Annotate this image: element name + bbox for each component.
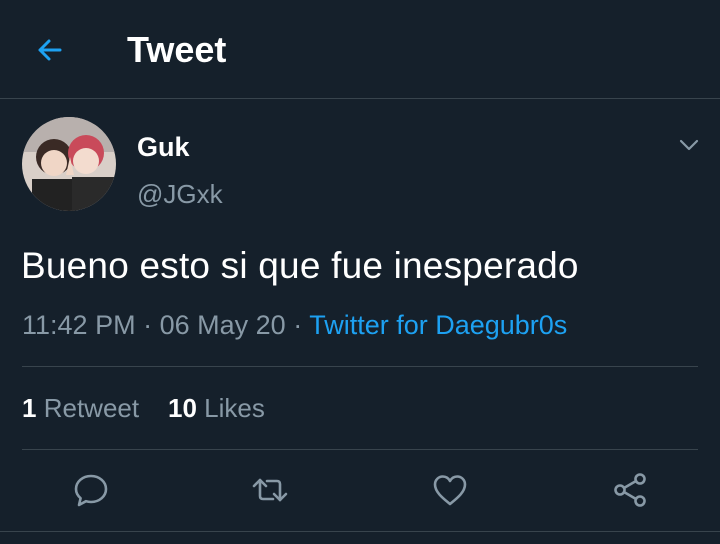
header: Tweet (0, 0, 720, 99)
tweet-meta: 11:42 PM · 06 May 20 · Twitter for Daegu… (22, 308, 567, 342)
tweet-source-link[interactable]: Twitter for Daegubr0s (309, 310, 567, 340)
divider (22, 366, 698, 367)
author-handle[interactable]: @JGxk (137, 178, 223, 210)
page-title: Tweet (127, 29, 227, 70)
tweet-text: Bueno esto si que fue inesperado (21, 245, 579, 286)
likes-count: 10 (168, 393, 197, 423)
tweet-stats: 1 Retweet 10 Likes (22, 392, 265, 424)
retweets-stat[interactable]: 1 Retweet (22, 393, 139, 423)
likes-label: Likes (204, 393, 265, 423)
chevron-down-icon[interactable] (678, 135, 700, 155)
retweet-icon[interactable] (250, 470, 290, 510)
divider (22, 449, 698, 450)
meta-separator: · (293, 310, 310, 340)
retweets-count: 1 (22, 393, 37, 423)
tweet-time: 11:42 PM (22, 310, 136, 340)
author-name[interactable]: Guk (137, 131, 190, 163)
likes-stat[interactable]: 10 Likes (168, 393, 265, 423)
divider (0, 531, 720, 532)
share-icon[interactable] (610, 470, 650, 510)
back-arrow-icon[interactable] (30, 30, 70, 70)
tweet-date: 06 May 20 (159, 310, 286, 340)
like-icon[interactable] (430, 470, 470, 510)
meta-separator: · (143, 310, 160, 340)
retweets-label: Retweet (43, 393, 140, 423)
avatar[interactable] (22, 117, 116, 211)
reply-icon[interactable] (71, 470, 111, 510)
